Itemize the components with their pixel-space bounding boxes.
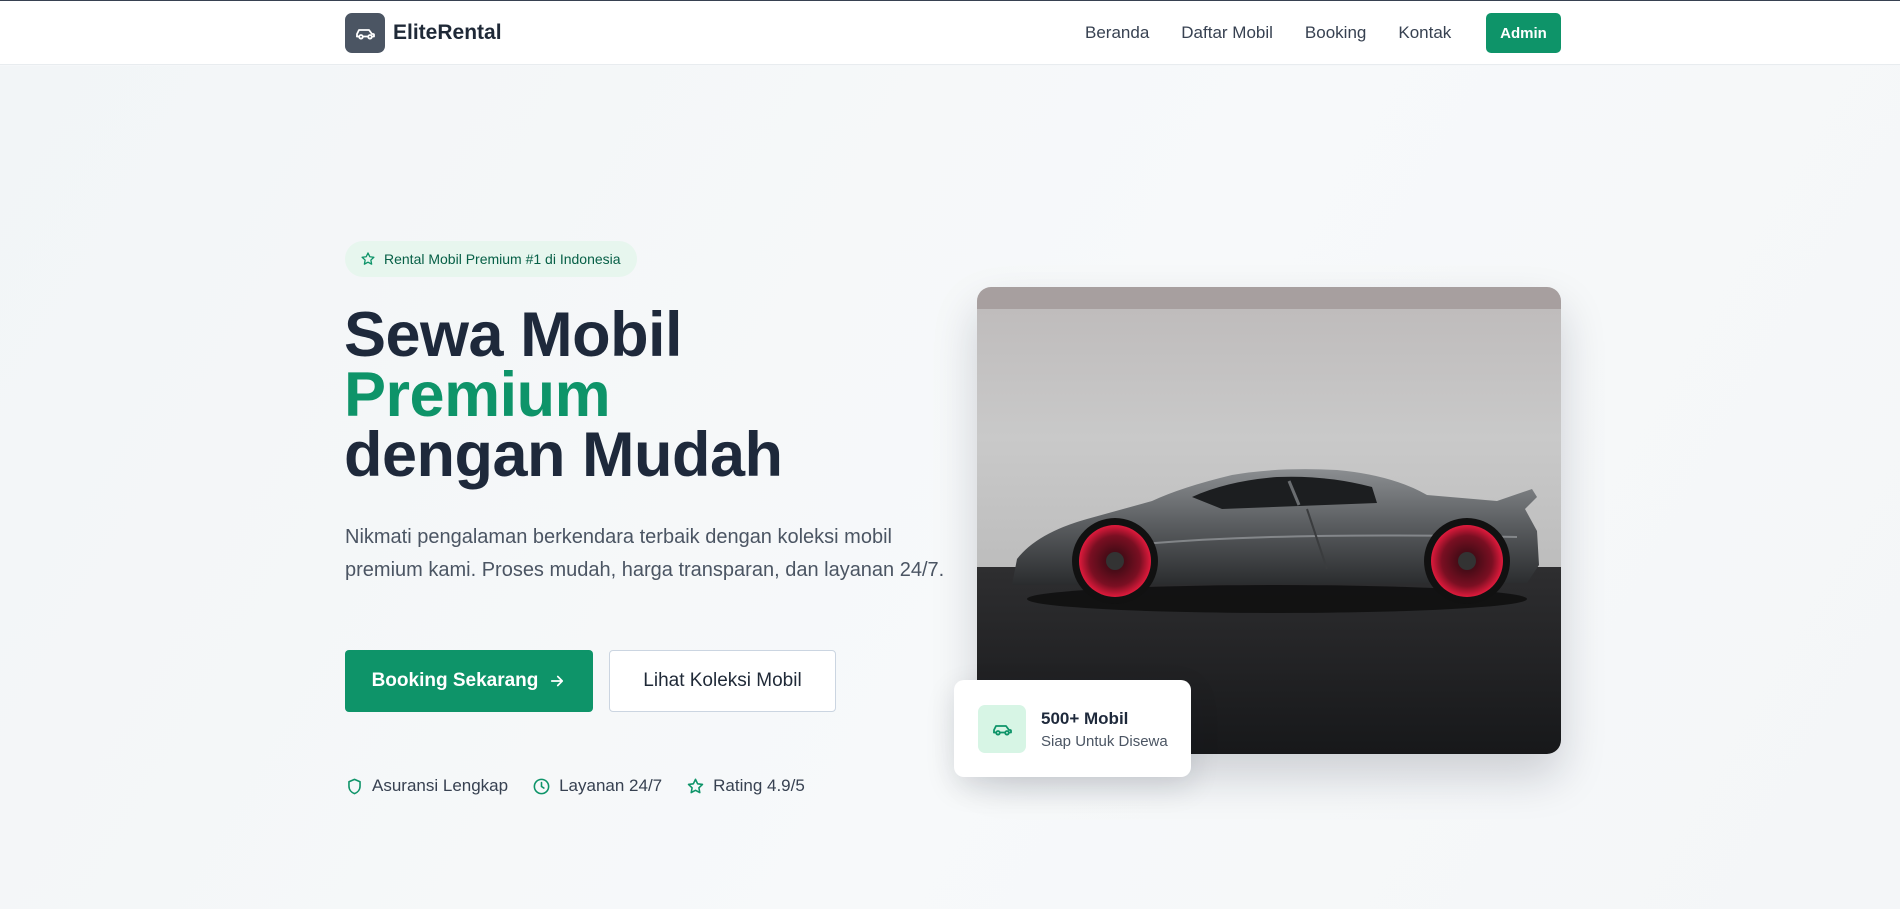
- navbar: EliteRental Beranda Daftar Mobil Booking…: [0, 1, 1900, 65]
- view-collection-button[interactable]: Lihat Koleksi Mobil: [609, 650, 836, 712]
- arrow-right-icon: [548, 672, 566, 690]
- brand[interactable]: EliteRental: [345, 13, 502, 53]
- nav-link-booking[interactable]: Booking: [1305, 23, 1366, 43]
- star-icon: [360, 251, 376, 267]
- shield-icon: [345, 777, 364, 796]
- nav-link-daftar-mobil[interactable]: Daftar Mobil: [1181, 23, 1273, 43]
- hero-title-line-3: dengan Mudah: [344, 420, 783, 490]
- feature-rating: Rating 4.9/5: [686, 776, 805, 796]
- feature-list: Asuransi Lengkap Layanan 24/7 Rating 4.9…: [345, 776, 829, 796]
- star-icon: [686, 777, 705, 796]
- feature-insurance-label: Asuransi Lengkap: [372, 776, 509, 795]
- feature-rating-label: Rating 4.9/5: [713, 776, 805, 795]
- nav-link-beranda[interactable]: Beranda: [1085, 23, 1149, 43]
- main-nav: Beranda Daftar Mobil Booking Kontak: [1085, 1, 1483, 65]
- booking-now-button[interactable]: Booking Sekarang: [345, 650, 593, 712]
- nav-link-kontak[interactable]: Kontak: [1398, 23, 1451, 43]
- hero-title-line-1: Sewa Mobil: [344, 300, 683, 370]
- hero-description: Nikmati pengalaman berkendara terbaik de…: [345, 526, 945, 581]
- booking-now-label: Booking Sekarang: [371, 670, 539, 691]
- hero-badge-label: Rental Mobil Premium #1 di Indonesia: [384, 251, 621, 267]
- feature-insurance: Asuransi Lengkap: [345, 776, 508, 796]
- brand-name: EliteRental: [393, 21, 502, 44]
- hero-background: [0, 66, 1900, 909]
- clock-icon: [532, 777, 551, 796]
- car-icon: [978, 705, 1026, 753]
- hero-badge: Rental Mobil Premium #1 di Indonesia: [345, 241, 637, 277]
- stat-card: 500+ Mobil Siap Untuk Disewa: [954, 680, 1191, 777]
- car-icon: [345, 13, 385, 53]
- hero-title: Sewa Mobil Premium dengan Mudah: [344, 300, 944, 490]
- hero-title-accent: Premium: [344, 360, 611, 430]
- feature-service: Layanan 24/7: [532, 776, 662, 796]
- stat-title: 500+ Mobil: [1041, 709, 1129, 728]
- feature-service-label: Layanan 24/7: [559, 776, 663, 795]
- stat-subtitle: Siap Untuk Disewa: [1041, 733, 1168, 750]
- admin-button[interactable]: Admin: [1486, 13, 1561, 53]
